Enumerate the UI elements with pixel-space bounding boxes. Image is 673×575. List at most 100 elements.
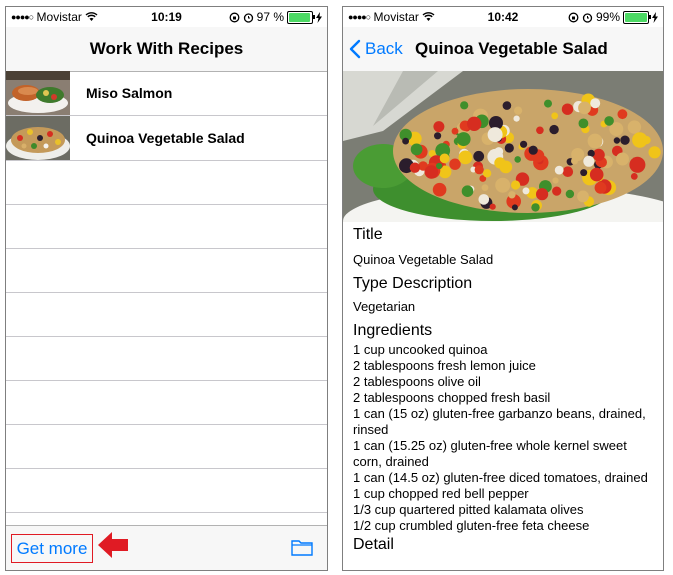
salad-ingredient-piece [456, 132, 471, 147]
salad-ingredient-piece [580, 169, 588, 177]
salad-ingredient-piece [531, 203, 540, 212]
quinoa-salad-thumbnail [6, 116, 70, 160]
empty-row [6, 337, 327, 381]
ingredient-item: 1 cup uncooked quinoa [353, 342, 488, 357]
salad-ingredient-piece [594, 181, 607, 194]
alarm-icon [582, 12, 593, 23]
recipe-name: Quinoa Vegetable Salad [86, 130, 245, 146]
salad-ingredient-piece [617, 109, 628, 120]
ingredient-item: 1/2 cup crumbled gluten-free feta cheese [353, 518, 590, 533]
lock-rotation-icon [229, 12, 240, 22]
battery-percent: 99% [595, 10, 620, 24]
salad-ingredient-piece [577, 190, 589, 203]
salad-ingredient-piece [552, 186, 562, 196]
salad-ingredient-piece [460, 101, 469, 110]
salad-ingredient-piece [504, 143, 514, 153]
empty-row [6, 205, 327, 249]
salad-ingredient-piece [642, 136, 651, 145]
ingredient-item: 1/3 cup quartered pitted kalamata olives [353, 502, 584, 517]
salad-ingredient-piece [514, 106, 523, 115]
recipe-name: Miso Salmon [86, 85, 173, 101]
ingredient-item: 2 tablespoons olive oil [353, 374, 481, 389]
salad-ingredient-piece [536, 126, 544, 135]
recipe-list: Miso Salmon Quinoa Vegetable Salad [6, 71, 327, 557]
ingredient-item: 2 tablespoons fresh lemon juice [353, 358, 536, 373]
empty-row [6, 249, 327, 293]
empty-row [6, 425, 327, 469]
title-value: Quinoa Vegetable Salad [353, 252, 494, 267]
empty-row [6, 469, 327, 513]
empty-row [6, 161, 327, 205]
ingredients-list: 1 cup uncooked quinoa 2 tablespoons fres… [353, 342, 655, 534]
salad-ingredient-piece [536, 188, 549, 201]
salad-ingredient-piece [554, 165, 564, 175]
salad-ingredient-piece [528, 145, 538, 155]
salad-ingredient-piece [561, 103, 574, 115]
lock-rotation-icon [568, 12, 579, 22]
salad-ingredient-piece [402, 137, 409, 145]
ingredients-heading: Ingredients [353, 322, 433, 339]
charging-icon [652, 11, 658, 23]
salad-ingredient-piece [451, 127, 459, 135]
folder-icon[interactable] [291, 538, 313, 556]
ingredient-item: 1 can (15.25 oz) gluten-free whole kerne… [353, 438, 627, 469]
back-chevron-icon [349, 39, 361, 59]
back-button[interactable]: Back [349, 27, 403, 71]
type-heading: Type Description [353, 275, 473, 292]
page-title: Quinoa Vegetable Salad [415, 39, 608, 58]
page-title: Work With Recipes [89, 39, 244, 58]
ingredient-item: 1 can (14.5 oz) gluten-free diced tomato… [353, 470, 648, 485]
recipe-detail-screen: ●●●●○ Movistar 10:42 99% Back Quinoa Veg… [342, 6, 664, 571]
empty-row [6, 381, 327, 425]
salad-ingredient-piece [434, 132, 442, 140]
salad-ingredient-piece [648, 146, 661, 159]
salad-ingredient-piece [473, 150, 485, 162]
navigation-bar: Work With Recipes [6, 27, 327, 72]
salad-ingredient-piece [616, 152, 629, 166]
battery-icon [623, 10, 651, 24]
recipe-detail: Title Quinoa Vegetable Salad Type Descri… [353, 222, 655, 554]
salad-ingredient-piece [461, 185, 474, 197]
battery-icon [287, 10, 315, 24]
salad-ingredient-piece [495, 177, 511, 193]
salad-ingredient-piece [511, 180, 521, 190]
charging-icon [316, 11, 322, 23]
salad-ingredient-piece [565, 189, 575, 199]
salad-ingredient-piece [489, 203, 496, 210]
navigation-bar: Back Quinoa Vegetable Salad [343, 27, 663, 72]
list-item-miso-salmon[interactable]: Miso Salmon [6, 71, 327, 116]
salad-ingredient-piece [439, 153, 450, 164]
salad-ingredient-piece [508, 191, 516, 199]
salad-ingredient-piece [424, 165, 439, 179]
alarm-icon [243, 12, 253, 23]
salad-ingredient-piece [613, 137, 621, 144]
salad-ingredient-piece [467, 116, 482, 131]
salad-ingredient-piece [627, 120, 642, 134]
bottom-toolbar: Get more [6, 525, 327, 570]
empty-row [6, 293, 327, 337]
battery-percent: 97 % [256, 10, 284, 24]
recipes-list-screen: ●●●●○ Movistar 10:19 97 % Work With Reci… [5, 6, 328, 571]
salad-ingredient-piece [432, 182, 447, 197]
salad-ingredient-piece [520, 140, 528, 148]
salad-ingredient-piece [499, 160, 513, 174]
salad-ingredient-piece [458, 150, 473, 165]
miso-salmon-thumbnail [6, 71, 70, 115]
ingredient-item: 1 cup chopped red bell pepper [353, 486, 529, 501]
salad-ingredient-piece [583, 155, 595, 167]
salad-ingredient-piece [522, 187, 530, 195]
list-item-quinoa-salad[interactable]: Quinoa Vegetable Salad [6, 116, 327, 161]
type-value: Vegetarian [353, 299, 416, 314]
salad-ingredient-piece [511, 204, 518, 211]
red-arrow-icon [98, 532, 128, 558]
salad-ingredient-piece [549, 124, 559, 135]
salad-ingredient-piece [482, 169, 492, 178]
salad-ingredient-piece [589, 167, 604, 182]
salad-ingredient-piece [604, 116, 614, 126]
salad-ingredient-piece [410, 143, 423, 156]
recipe-photo [343, 71, 663, 222]
salad-ingredient-piece [620, 135, 630, 145]
get-more-button[interactable]: Get more [11, 534, 93, 563]
ingredient-item: 1 can (15 oz) gluten-free garbanzo beans… [353, 406, 646, 437]
salad-ingredient-piece [514, 156, 521, 163]
